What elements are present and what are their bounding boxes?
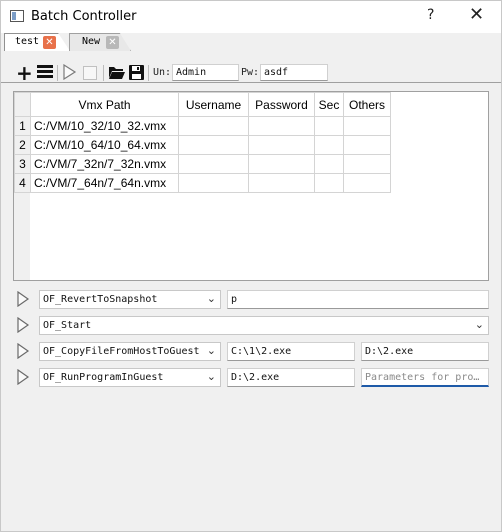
table-row[interactable]: 4 C:/VM/7_64n/7_64n.vmx — [14, 173, 391, 193]
chevron-down-icon: ⌄ — [474, 318, 484, 331]
vmx-path-cell[interactable]: C:/VM/7_32n/7_32n.vmx — [30, 154, 179, 174]
close-tab-icon[interactable]: ✕ — [43, 36, 56, 49]
others-cell[interactable] — [343, 173, 391, 193]
run-step-icon[interactable] — [16, 316, 30, 337]
password-cell[interactable] — [248, 173, 315, 193]
run-step-icon[interactable] — [16, 368, 30, 389]
vmx-path-cell[interactable]: C:/VM/7_64n/7_64n.vmx — [30, 173, 179, 193]
sec-cell[interactable] — [314, 154, 344, 174]
add-icon[interactable]: + — [16, 61, 33, 85]
parameter-field-1[interactable]: D:\2.exe — [227, 368, 355, 387]
password-label: Pw: — [241, 67, 260, 78]
parameter-field-2[interactable]: Parameters for pro… — [361, 368, 489, 387]
tab-test[interactable]: test ✕ — [4, 33, 70, 51]
save-icon[interactable] — [128, 64, 145, 85]
parameter-field-1[interactable]: C:\1\2.exe — [227, 342, 355, 361]
password-field[interactable]: asdf — [260, 64, 328, 81]
window-title: Batch Controller — [31, 9, 137, 24]
operation-row: OF_RevertToSnapshot ⌄ p — [1, 288, 501, 310]
tab-new[interactable]: New ✕ — [69, 33, 131, 51]
vmx-path-cell[interactable]: C:/VM/10_32/10_32.vmx — [30, 116, 179, 136]
toolbar: + Un: Admin Pw: asdf — [1, 61, 501, 85]
tab-label: New — [82, 36, 101, 47]
password-cell[interactable] — [248, 154, 315, 174]
operation-row: OF_Start ⌄ — [1, 314, 501, 336]
vm-grid: Vmx Path Username Password Sec Others 1 … — [14, 92, 391, 193]
parameter-field-1[interactable]: p — [227, 290, 489, 309]
corner-cell — [14, 92, 31, 117]
sec-cell[interactable] — [314, 173, 344, 193]
batch-controller-window: Batch Controller ? ✕ test ✕ New ✕ + Un: … — [0, 0, 502, 532]
username-cell[interactable] — [178, 154, 249, 174]
column-header-vmx-path[interactable]: Vmx Path — [30, 92, 179, 117]
run-step-icon[interactable] — [16, 290, 30, 311]
others-cell[interactable] — [343, 154, 391, 174]
row-number[interactable]: 4 — [14, 173, 31, 193]
row-number[interactable]: 3 — [14, 154, 31, 174]
action-value: OF_Start — [43, 320, 92, 331]
username-cell[interactable] — [178, 116, 249, 136]
username-field[interactable]: Admin — [172, 64, 239, 81]
others-cell[interactable] — [343, 135, 391, 155]
close-window-button[interactable]: ✕ — [469, 4, 484, 25]
action-select[interactable]: OF_RunProgramInGuest ⌄ — [39, 368, 221, 387]
parameter-field-2[interactable]: D:\2.exe — [361, 342, 489, 361]
toolbar-separator — [148, 65, 149, 81]
password-cell[interactable] — [248, 116, 315, 136]
action-value: OF_RevertToSnapshot — [43, 294, 158, 305]
action-select[interactable]: OF_CopyFileFromHostToGuest ⌄ — [39, 342, 221, 361]
action-select[interactable]: OF_RevertToSnapshot ⌄ — [39, 290, 221, 309]
username-label: Un: — [153, 67, 172, 78]
vm-table: Vmx Path Username Password Sec Others 1 … — [13, 91, 489, 281]
column-header-username[interactable]: Username — [178, 92, 249, 117]
others-cell[interactable] — [343, 116, 391, 136]
column-header-password[interactable]: Password — [248, 92, 315, 117]
column-header-others[interactable]: Others — [343, 92, 391, 117]
username-cell[interactable] — [178, 135, 249, 155]
username-cell[interactable] — [178, 173, 249, 193]
run-step-icon[interactable] — [16, 342, 30, 363]
app-window-icon — [10, 10, 24, 22]
tab-label: test — [15, 36, 40, 47]
chevron-down-icon: ⌄ — [206, 344, 216, 357]
password-cell[interactable] — [248, 135, 315, 155]
operation-row: OF_CopyFileFromHostToGuest ⌄ C:\1\2.exe … — [1, 340, 501, 362]
chevron-down-icon: ⌄ — [206, 292, 216, 305]
table-row[interactable]: 2 C:/VM/10_64/10_64.vmx — [14, 135, 391, 155]
table-row[interactable]: 1 C:/VM/10_32/10_32.vmx — [14, 116, 391, 136]
table-header-row: Vmx Path Username Password Sec Others — [14, 92, 391, 117]
list-icon[interactable] — [37, 65, 53, 78]
open-folder-icon[interactable] — [108, 64, 126, 84]
close-tab-icon[interactable]: ✕ — [106, 36, 119, 49]
column-header-sec[interactable]: Sec — [314, 92, 344, 117]
action-select[interactable]: OF_Start ⌄ — [39, 316, 489, 335]
help-button[interactable]: ? — [427, 7, 434, 23]
sec-cell[interactable] — [314, 116, 344, 136]
toolbar-separator — [57, 65, 58, 81]
tab-bar: test ✕ New ✕ — [1, 33, 501, 83]
chevron-down-icon: ⌄ — [206, 370, 216, 383]
vmx-path-cell[interactable]: C:/VM/10_64/10_64.vmx — [30, 135, 179, 155]
title-bar: Batch Controller ? ✕ — [1, 1, 501, 33]
sec-cell[interactable] — [314, 135, 344, 155]
toolbar-separator — [103, 65, 104, 81]
table-row[interactable]: 3 C:/VM/7_32n/7_32n.vmx — [14, 154, 391, 174]
play-icon[interactable] — [62, 63, 77, 84]
action-value: OF_RunProgramInGuest — [43, 372, 164, 383]
row-number[interactable]: 2 — [14, 135, 31, 155]
action-value: OF_CopyFileFromHostToGuest — [43, 346, 200, 357]
stop-icon[interactable] — [83, 66, 97, 80]
operation-row: OF_RunProgramInGuest ⌄ D:\2.exe Paramete… — [1, 366, 501, 388]
row-number[interactable]: 1 — [14, 116, 31, 136]
